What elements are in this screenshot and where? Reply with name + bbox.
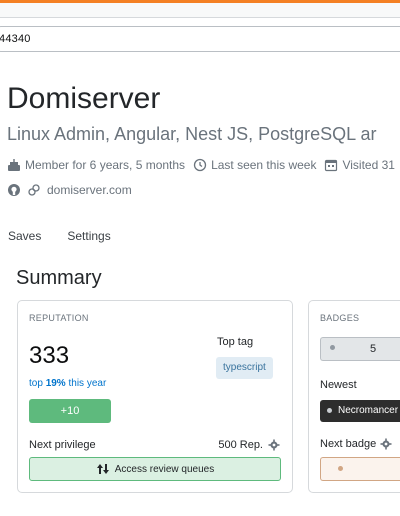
profile-tabs: Saves Settings xyxy=(8,229,137,243)
review-queue-icon xyxy=(96,463,110,475)
next-privilege-rep-text: 500 Rep. xyxy=(218,439,263,451)
clock-icon xyxy=(193,158,207,172)
reputation-gain-bar: +10 xyxy=(29,399,111,423)
summary-heading: Summary xyxy=(16,267,102,289)
member-for-text: Member for 6 years, 5 months xyxy=(25,158,186,172)
tab-settings[interactable]: Settings xyxy=(67,229,110,243)
tab-saves[interactable]: Saves xyxy=(8,229,41,243)
github-icon[interactable] xyxy=(7,183,21,197)
trend-suffix: this year xyxy=(68,378,107,389)
badge-count-value: 5 xyxy=(370,343,377,355)
profile-name: Domiserver xyxy=(7,82,161,115)
badge-count[interactable]: 5 xyxy=(320,337,400,361)
badge-dot-icon xyxy=(327,408,332,413)
calendar-icon xyxy=(324,158,338,172)
last-seen-item: Last seen this week xyxy=(193,158,316,172)
gear-icon[interactable] xyxy=(380,438,392,450)
top-tag[interactable]: typescript xyxy=(216,357,273,379)
member-for-item: Member for 6 years, 5 months xyxy=(7,158,185,172)
profile-links-row: domiserver.com xyxy=(7,183,132,197)
newest-badge[interactable]: Necromancer xyxy=(320,400,400,422)
link-icon xyxy=(27,183,41,197)
profile-subtitle: Linux Admin, Angular, Nest JS, PostgreSQ… xyxy=(7,124,377,144)
address-bar[interactable]: 44340 xyxy=(0,26,400,52)
next-privilege-label: Next privilege xyxy=(29,439,96,451)
cake-icon xyxy=(7,158,21,172)
reputation-label: REPUTATION xyxy=(29,313,89,323)
badges-label: BADGES xyxy=(320,313,360,323)
top-tag-label: Top tag xyxy=(217,336,254,348)
newest-badge-label: Newest xyxy=(320,379,357,391)
bronze-dot-icon xyxy=(330,345,335,350)
badges-card: BADGES 5 Newest Necromancer Next badge xyxy=(308,300,400,493)
trend-percent: 19% xyxy=(45,378,66,389)
next-privilege-rep: 500 Rep. xyxy=(218,439,280,451)
bronze-badge-icon xyxy=(338,466,343,471)
gear-icon[interactable] xyxy=(268,439,280,451)
reputation-card: REPUTATION 333 Top tag typescript top 19… xyxy=(17,300,293,493)
address-bar-text: 44340 xyxy=(0,33,31,45)
newest-badge-name: Necromancer xyxy=(338,405,399,416)
reputation-trend[interactable]: top 19% this year xyxy=(29,378,106,389)
trend-prefix: top xyxy=(29,378,43,389)
website-link[interactable]: domiserver.com xyxy=(47,183,132,197)
next-badge-label-text: Next badge xyxy=(320,438,377,450)
last-seen-text: Last seen this week xyxy=(211,158,317,172)
top-bar xyxy=(0,3,400,18)
profile-meta-row: Member for 6 years, 5 months Last seen t… xyxy=(7,158,400,172)
visited-text: Visited 31 xyxy=(342,158,395,172)
visited-item: Visited 31 xyxy=(324,158,395,172)
next-badge-progress[interactable] xyxy=(320,457,400,481)
next-privilege-name: Access review queues xyxy=(114,463,215,475)
next-privilege-progress[interactable]: Access review queues xyxy=(29,457,281,481)
reputation-value: 333 xyxy=(29,342,70,369)
next-badge-label: Next badge xyxy=(320,438,392,450)
